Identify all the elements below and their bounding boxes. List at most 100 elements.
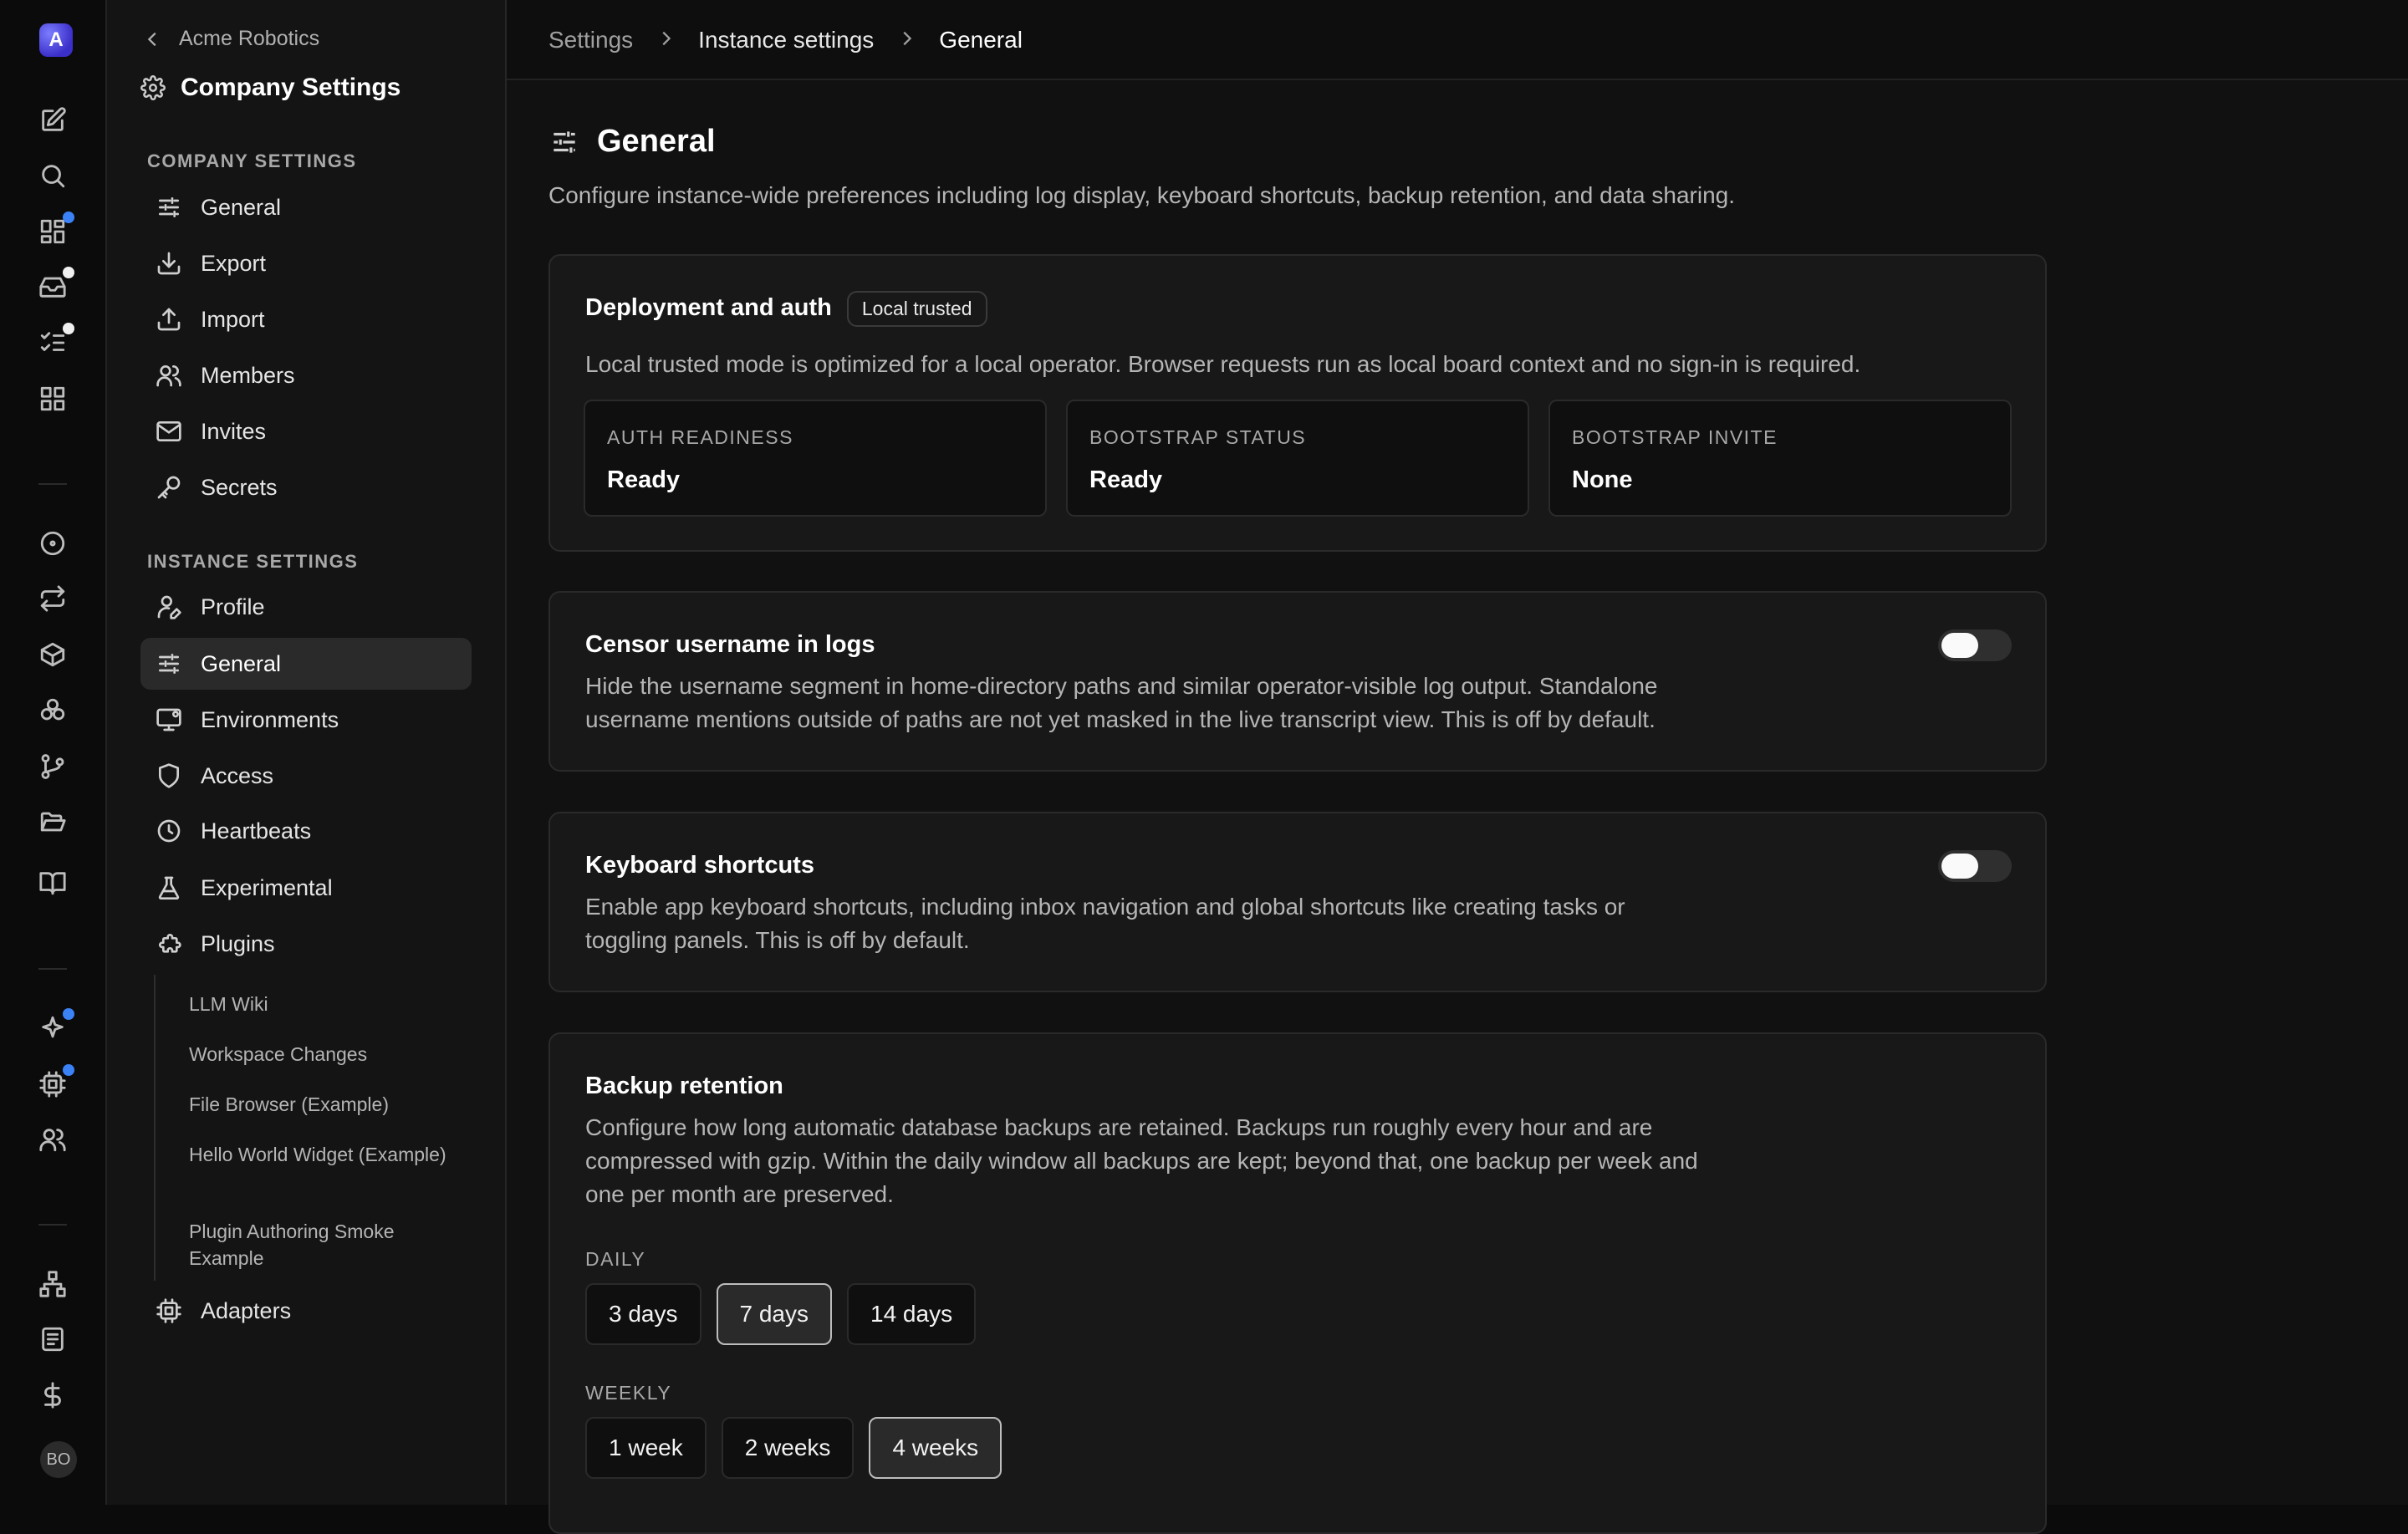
- breadcrumb-current: General: [939, 27, 1023, 53]
- notification-dot: [63, 1064, 74, 1076]
- dashboard-icon[interactable]: [36, 211, 74, 248]
- back-to-company-link[interactable]: Acme Robotics: [144, 27, 319, 51]
- shortcuts-description: Enable app keyboard shortcuts, including…: [585, 894, 1625, 953]
- apps-grid-icon[interactable]: [36, 382, 69, 415]
- download-icon: [157, 252, 181, 275]
- main-content: Settings Instance settings General Gener…: [507, 0, 2408, 1534]
- daily-option-7-days[interactable]: 7 days: [716, 1283, 832, 1345]
- document-icon[interactable]: [36, 1323, 69, 1356]
- sidebar-item-import[interactable]: Import: [140, 293, 472, 345]
- components-icon[interactable]: [36, 694, 69, 727]
- notification-dot: [63, 211, 74, 223]
- tasks-icon[interactable]: [36, 323, 74, 359]
- sidebar-item-label: Profile: [201, 594, 265, 619]
- weekly-label: WEEKLY: [585, 1382, 672, 1404]
- plugin-item-hello-world-widget[interactable]: Hello World Widget (Example): [189, 1141, 457, 1168]
- stat-value: Ready: [1089, 466, 1163, 493]
- weekly-option-4-weeks[interactable]: 4 weeks: [869, 1417, 1002, 1479]
- sidebar-title: Company Settings: [140, 74, 400, 102]
- censor-username-toggle[interactable]: [1938, 629, 2012, 661]
- sidebar-item-export[interactable]: Export: [140, 237, 472, 289]
- plugin-item-plugin-authoring-smoke[interactable]: Plugin Authoring Smoke Example: [189, 1218, 457, 1272]
- toggle-knob: [1941, 854, 1978, 879]
- clock-icon: [157, 819, 181, 843]
- auth-readiness-stat: AUTH READINESS Ready: [584, 400, 1047, 517]
- rail-divider: [38, 1224, 67, 1226]
- sidebar-item-adapters[interactable]: Adapters: [140, 1285, 472, 1337]
- sidebar-item-label: General: [201, 194, 282, 220]
- keyboard-shortcuts-toggle[interactable]: [1938, 850, 2012, 882]
- billing-dollar-icon[interactable]: [36, 1379, 69, 1412]
- folder-open-icon[interactable]: [36, 805, 69, 838]
- toggle-knob: [1941, 633, 1978, 658]
- sidebar-item-instance-general[interactable]: General: [140, 638, 472, 690]
- sidebar-item-profile[interactable]: Profile: [140, 581, 472, 633]
- notification-dot: [63, 267, 74, 278]
- weekly-option-1-week[interactable]: 1 week: [585, 1417, 707, 1479]
- company-settings-section-label: COMPANY SETTINGS: [147, 150, 357, 171]
- sidebar-item-secrets[interactable]: Secrets: [140, 461, 472, 513]
- notification-dot: [63, 323, 74, 334]
- plugin-item-workspace-changes[interactable]: Workspace Changes: [189, 1041, 457, 1068]
- deployment-title-row: Deployment and auth Local trusted: [585, 291, 987, 327]
- sidebar-item-members[interactable]: Members: [140, 349, 472, 401]
- sidebar-item-label: Adapters: [201, 1297, 292, 1323]
- daily-option-14-days[interactable]: 14 days: [847, 1283, 977, 1345]
- package-icon[interactable]: [36, 638, 69, 671]
- shield-icon: [159, 763, 179, 788]
- plugin-item-llm-wiki[interactable]: LLM Wiki: [189, 991, 457, 1017]
- breadcrumb: Settings Instance settings General: [548, 27, 1023, 54]
- icon-rail: A BO: [0, 0, 107, 1505]
- user-avatar[interactable]: BO: [40, 1441, 77, 1478]
- stat-value: None: [1572, 466, 1633, 493]
- sidebar-item-label: Heartbeats: [201, 818, 312, 843]
- stat-value: Ready: [607, 466, 681, 493]
- backup-title: Backup retention: [585, 1073, 783, 1099]
- user-pen-icon: [157, 595, 181, 619]
- sidebar-item-label: Access: [201, 762, 274, 788]
- new-issue-icon[interactable]: [36, 104, 69, 137]
- backup-retention-card: Backup retention Configure how long auto…: [548, 1032, 2047, 1534]
- plugin-item-file-browser[interactable]: File Browser (Example): [189, 1091, 457, 1118]
- sidebar-item-plugins[interactable]: Plugins: [140, 918, 472, 970]
- sidebar-item-company-general[interactable]: General: [140, 181, 472, 233]
- git-branch-icon[interactable]: [36, 750, 69, 783]
- plugin-tree-line: [154, 975, 156, 1281]
- sync-icon[interactable]: [36, 582, 69, 615]
- users-icon: [156, 365, 181, 387]
- sidebar-item-heartbeats[interactable]: Heartbeats: [140, 805, 472, 857]
- org-chart-icon[interactable]: [36, 1267, 69, 1301]
- sidebar-item-invites[interactable]: Invites: [140, 405, 472, 457]
- stat-label: BOOTSTRAP INVITE: [1572, 426, 1778, 448]
- back-link-label: Acme Robotics: [179, 27, 320, 50]
- sidebar-item-access[interactable]: Access: [140, 750, 472, 802]
- rail-divider: [38, 968, 67, 970]
- sidebar-item-label: Environments: [201, 706, 339, 732]
- team-icon[interactable]: [36, 1123, 69, 1156]
- page-title: General: [597, 124, 716, 159]
- weekly-option-2-weeks[interactable]: 2 weeks: [721, 1417, 855, 1479]
- deployment-title: Deployment and auth: [585, 294, 832, 322]
- censor-description: Hide the username segment in home-direct…: [585, 673, 1658, 732]
- sidebar-item-environments[interactable]: Environments: [140, 694, 472, 746]
- breadcrumb-settings[interactable]: Settings: [548, 27, 633, 54]
- stat-label: BOOTSTRAP STATUS: [1089, 426, 1307, 448]
- sparkles-icon[interactable]: [36, 1008, 74, 1045]
- search-icon[interactable]: [36, 159, 69, 192]
- keyboard-shortcuts-card: Keyboard shortcuts Enable app keyboard s…: [548, 812, 2047, 992]
- sidebar-item-experimental[interactable]: Experimental: [140, 862, 472, 914]
- book-open-icon[interactable]: [36, 866, 69, 900]
- inbox-icon[interactable]: [36, 267, 74, 303]
- backup-description: Configure how long automatic database ba…: [585, 1114, 1698, 1207]
- app-root: A BO Acme Robotics Company Settings COMP…: [0, 0, 2408, 1534]
- monitor-icon: [156, 708, 181, 731]
- mail-icon: [156, 421, 181, 441]
- weekly-options: 1 week 2 weeks 4 weeks: [585, 1417, 1002, 1479]
- workspace-logo[interactable]: A: [39, 23, 73, 57]
- stat-label: AUTH READINESS: [607, 426, 793, 448]
- breadcrumb-instance-settings[interactable]: Instance settings: [698, 27, 874, 54]
- sidebar-item-label: Members: [201, 362, 295, 388]
- cpu-icon[interactable]: [36, 1064, 74, 1101]
- daily-option-3-days[interactable]: 3 days: [585, 1283, 701, 1345]
- circle-dot-icon[interactable]: [36, 527, 69, 560]
